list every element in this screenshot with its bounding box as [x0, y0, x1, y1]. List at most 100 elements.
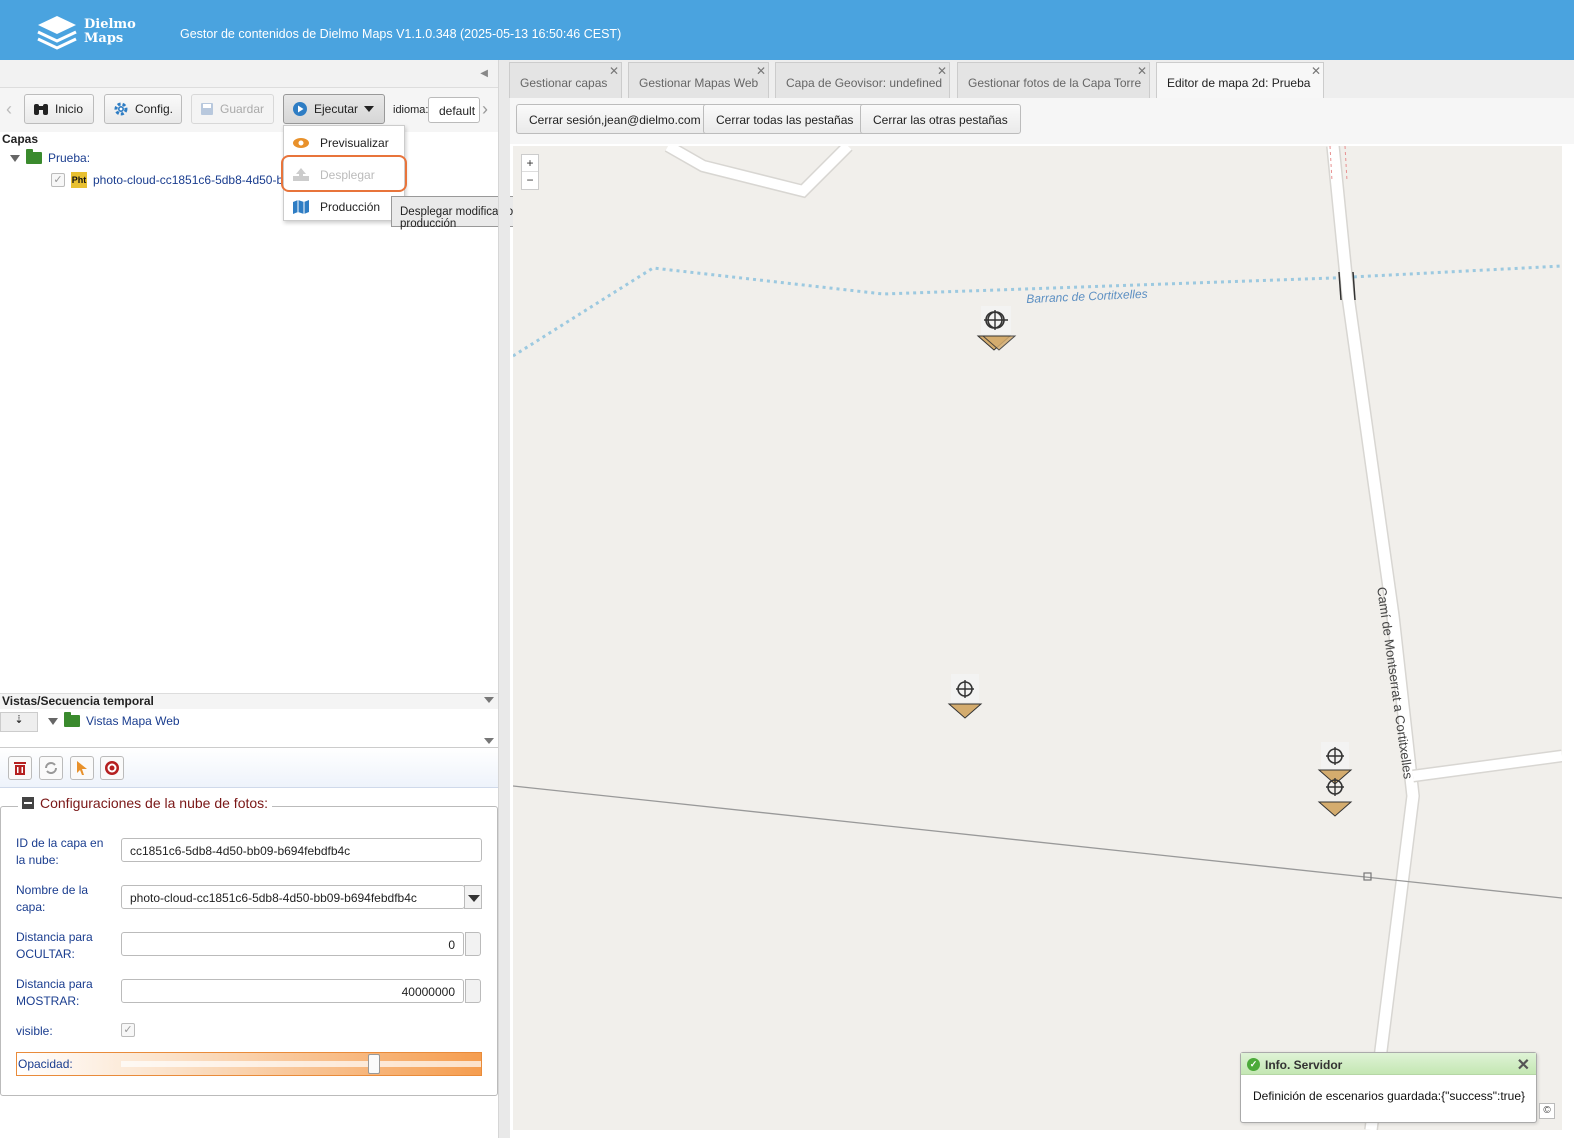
photo-layer-icon: Pht [71, 172, 87, 188]
collapse-left-icon[interactable]: ◀ [480, 68, 488, 79]
toast-message: Definición de escenarios guardada:{"succ… [1253, 1089, 1526, 1103]
config-button[interactable]: Config. [104, 94, 182, 124]
close-icon[interactable]: ✕ [1137, 64, 1147, 78]
map-canvas[interactable]: Barranc de Cortitxelles Camí de Montserr… [513, 146, 1562, 1130]
guardar-label: Guardar [220, 102, 265, 116]
vistas-header[interactable]: Vistas/Secuencia temporal [0, 693, 498, 709]
inicio-button[interactable]: Inicio [24, 94, 94, 124]
guardar-button[interactable]: Guardar [191, 94, 274, 124]
tab-gestionar-mapas-web[interactable]: Gestionar Mapas Web ✕ [628, 62, 769, 98]
panel-splitter[interactable] [498, 60, 510, 1138]
ejecutar-button[interactable]: Ejecutar [283, 94, 385, 124]
hide-distance-field[interactable]: 0 [121, 932, 464, 956]
tab-bar: Gestionar capas ✕ Gestionar Mapas Web ✕ … [509, 60, 1574, 98]
app-header: Dielmo Maps Gestor de contenidos de Diel… [0, 0, 1574, 60]
tree-layer-photo-cloud[interactable]: ✓ Pht photo-cloud-cc1851c6-5db8-4d50-bb0 [51, 172, 296, 188]
tab-label: Gestionar Mapas Web [639, 76, 759, 90]
vistas-toggle-icon[interactable] [484, 697, 494, 703]
trash-icon [14, 762, 26, 775]
layer-name-combo[interactable]: photo-cloud-cc1851c6-5db8-4d50-bb09-b694… [121, 885, 465, 909]
attribution-button[interactable]: © [1539, 1103, 1555, 1119]
expand-icon[interactable] [48, 717, 58, 725]
panel-collapse-bar: ◀ [0, 60, 498, 88]
eye-icon [293, 138, 309, 148]
binoculars-icon [34, 104, 48, 115]
save-icon [201, 103, 213, 115]
stream-line [513, 264, 1562, 358]
tree-folder-prueba[interactable]: Prueba: [10, 149, 91, 165]
select-button[interactable] [70, 756, 94, 780]
opacity-track [121, 1061, 481, 1067]
folder-label: Prueba: [48, 151, 91, 165]
zoom-out-button[interactable]: − [522, 172, 538, 189]
refresh-button[interactable] [39, 756, 63, 780]
config-legend-label: Configuraciones de la nube de fotos: [40, 795, 269, 811]
tab-gestionar-capas[interactable]: Gestionar capas ✕ [509, 62, 622, 98]
opacity-label: Opacidad: [18, 1057, 73, 1071]
close-icon[interactable]: ✕ [756, 64, 766, 78]
delete-button[interactable] [8, 756, 32, 780]
close-icon[interactable]: ✕ [937, 64, 947, 78]
app-title: Gestor de contenidos de Dielmo Maps V1.1… [180, 27, 622, 41]
menu-label-previsualizar: Previsualizar [320, 136, 389, 150]
toast-title: Info. Servidor [1265, 1058, 1343, 1072]
play-icon [293, 102, 307, 116]
vistas-row: ⇣ Vistas Mapa Web [0, 710, 498, 732]
layer-visibility-checkbox[interactable]: ✓ [51, 173, 65, 187]
tab-label: Gestionar fotos de la Capa Torre [968, 76, 1142, 90]
scroll-left-icon[interactable]: ‹ [6, 100, 12, 118]
menu-item-previsualizar[interactable]: Previsualizar [284, 128, 404, 158]
close-icon[interactable]: ✕ [1517, 1055, 1530, 1075]
close-icon[interactable]: ✕ [609, 64, 619, 78]
cursor-icon [77, 761, 87, 775]
field-label-hide-distance: Distancia para OCULTAR: [16, 930, 93, 961]
config-legend[interactable]: Configuraciones de la nube de fotos: [18, 795, 273, 811]
tab-label: Gestionar capas [520, 76, 608, 90]
tab-editor-mapa[interactable]: Editor de mapa 2d: Prueba ✕ [1156, 62, 1324, 98]
menu-item-produccion[interactable]: Producción [284, 192, 404, 222]
server-info-toast: ✓ Info. Servidor ✕ Definición de escenar… [1240, 1052, 1537, 1123]
target-icon [105, 761, 119, 775]
collapse-section-icon[interactable] [22, 797, 34, 809]
zoom-control: + − [521, 154, 539, 190]
tab-label: Editor de mapa 2d: Prueba [1167, 76, 1311, 90]
zoom-in-button[interactable]: + [522, 155, 538, 172]
gear-icon [114, 102, 128, 116]
photo-marker-icon [1317, 742, 1353, 817]
target-button[interactable] [100, 756, 124, 780]
close-icon[interactable]: ✕ [1311, 64, 1321, 78]
cloud-id-field[interactable]: cc1851c6-5db8-4d50-bb09-b694febdfb4c [121, 838, 482, 862]
main-toolbar: ‹ Inicio Config. Guardar Ejecutar idioma… [0, 88, 498, 132]
layer-name-dropdown-icon[interactable] [464, 885, 482, 909]
expand-icon[interactable] [10, 154, 20, 162]
chevron-down-icon [364, 106, 375, 112]
opacity-thumb[interactable] [368, 1054, 381, 1074]
layer-action-bar [0, 748, 498, 788]
layers-logo-icon [37, 16, 77, 50]
tab-gestionar-fotos[interactable]: Gestionar fotos de la Capa Torre ✕ [957, 62, 1150, 98]
desplegar-highlight [281, 155, 407, 192]
map-icon [293, 200, 309, 214]
opacity-slider[interactable]: Opacidad: [16, 1052, 482, 1076]
idioma-input[interactable]: default [428, 97, 480, 123]
folder-icon [26, 149, 42, 164]
photo-marker-icon [947, 674, 983, 719]
tree-folder-vistas[interactable]: Vistas Mapa Web [48, 712, 180, 728]
menu-label-produccion: Producción [320, 200, 381, 214]
close-all-tabs-button[interactable]: Cerrar todas las pestañas [703, 104, 867, 134]
field-label-layer-name: Nombre de la capa: [16, 883, 89, 914]
close-other-tabs-button[interactable]: Cerrar las otras pestañas [860, 104, 1021, 134]
vistas-action-button[interactable]: ⇣ [0, 712, 38, 732]
config-label: Config. [134, 102, 173, 116]
vistas-title: Vistas/Secuencia temporal [2, 694, 154, 708]
tab-capa-geovisor[interactable]: Capa de Geovisor: undefined ✕ [775, 62, 950, 98]
hide-distance-spinner[interactable] [465, 932, 481, 956]
success-check-icon: ✓ [1247, 1058, 1260, 1071]
expand-panel-icon[interactable] [484, 738, 494, 744]
show-distance-field[interactable]: 40000000 [121, 979, 464, 1003]
scroll-right-icon[interactable]: › [482, 100, 488, 118]
capas-header: Capas [2, 132, 39, 146]
visible-checkbox[interactable]: ✓ [121, 1023, 135, 1037]
show-distance-spinner[interactable] [465, 979, 481, 1003]
logout-button[interactable]: Cerrar sesión,jean@dielmo.com [516, 104, 714, 134]
